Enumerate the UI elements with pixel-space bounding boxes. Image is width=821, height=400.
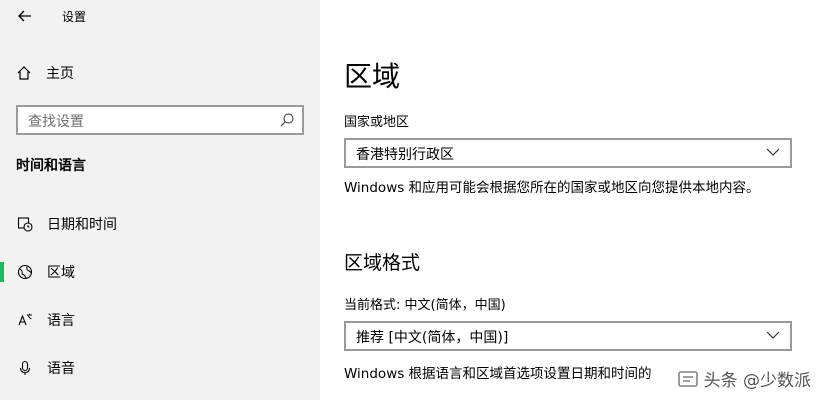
- sidebar-item-label: 日期和时间: [47, 217, 117, 233]
- search-placeholder: 查找设置: [28, 114, 84, 130]
- format-label: 当前格式: 中文(简体，中国): [344, 298, 506, 313]
- format-value: 推荐 [中文(简体，中国)]: [356, 330, 509, 346]
- country-dropdown[interactable]: 香港特别行政区: [344, 138, 792, 168]
- format-dropdown[interactable]: 推荐 [中文(简体，中国)]: [344, 321, 792, 351]
- window-title: 设置: [62, 10, 87, 24]
- country-description: Windows 和应用可能会根据您所在的国家或地区向您提供本地内容。: [344, 180, 760, 196]
- country-label: 国家或地区: [344, 115, 410, 130]
- sidebar-item-region[interactable]: 区域: [0, 252, 320, 292]
- sidebar-item-home[interactable]: 主页: [16, 62, 74, 84]
- watermark-text: 头条 @少数派: [703, 371, 811, 391]
- back-arrow-icon: [18, 10, 31, 22]
- sidebar-item-label: 语言: [47, 313, 75, 329]
- section-title: 时间和语言: [16, 158, 86, 174]
- sidebar: 设置 主页 查找设置 时间和语言 日期和时间 区域 语言 语音: [0, 0, 320, 400]
- sidebar-item-speech[interactable]: 语音: [0, 348, 320, 388]
- sidebar-item-language[interactable]: 语言: [0, 300, 320, 340]
- page-title: 区域: [344, 60, 401, 93]
- sidebar-item-label: 区域: [47, 265, 75, 281]
- home-icon: [17, 66, 31, 80]
- search-input[interactable]: 查找设置: [16, 105, 304, 135]
- sidebar-item-label: 语音: [47, 361, 75, 377]
- selected-indicator: [0, 262, 4, 282]
- sidebar-item-date-time[interactable]: 日期和时间: [0, 204, 320, 244]
- watermark: 头条 @少数派: [677, 366, 811, 391]
- calendar-clock-icon: [16, 215, 34, 233]
- toutiao-logo-icon: [677, 370, 698, 387]
- main-content: 区域 国家或地区 香港特别行政区 Windows 和应用可能会根据您所在的国家或…: [320, 0, 821, 400]
- language-icon: [16, 311, 34, 329]
- region-format-title: 区域格式: [344, 252, 421, 274]
- country-value: 香港特别行政区: [356, 147, 454, 163]
- globe-icon: [16, 263, 34, 281]
- chevron-down-icon: [766, 331, 780, 339]
- back-button[interactable]: [15, 6, 35, 26]
- search-icon[interactable]: [279, 112, 295, 128]
- title-bar: 设置: [0, 0, 320, 34]
- microphone-icon: [16, 359, 34, 377]
- chevron-down-icon: [766, 148, 780, 156]
- home-label: 主页: [46, 66, 74, 82]
